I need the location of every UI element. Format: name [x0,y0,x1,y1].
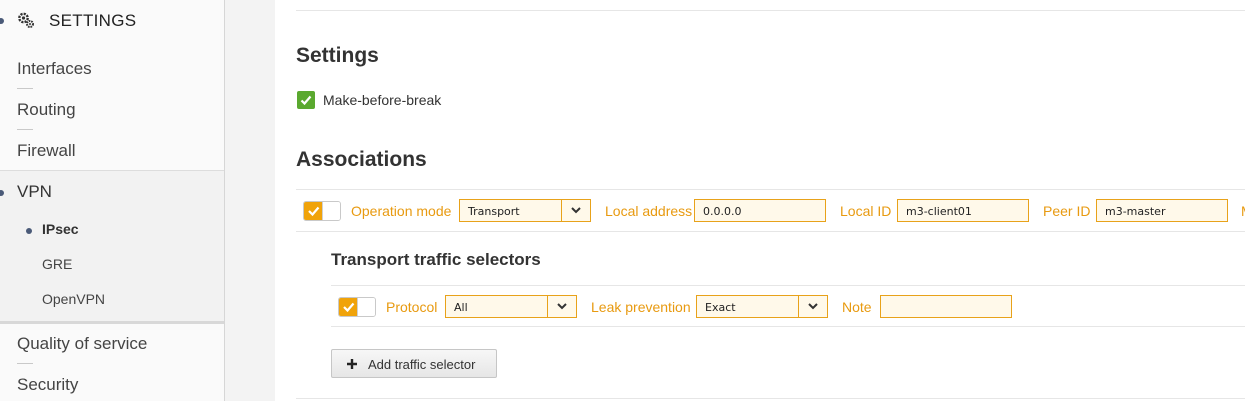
sidebar-subitem-ipsec[interactable]: IPsec [42,221,79,237]
local-id-input[interactable]: m3-client01 [897,199,1029,222]
operation-mode-select[interactable]: Transport [459,199,591,222]
check-icon [343,302,355,313]
traffic-selector-enable-toggle[interactable] [338,297,376,317]
divider [296,231,1245,232]
plus-icon [347,359,357,369]
add-traffic-selector-label: Add traffic selector [368,357,476,372]
divider [331,326,1245,327]
sidebar-section-title: SETTINGS [49,11,137,30]
sidebar-item-firewall[interactable]: Firewall [17,141,76,161]
protocol-select[interactable]: All [445,295,577,318]
main-content: Settings Make-before-break Associations … [275,0,1245,401]
divider [296,189,1245,190]
chevron-down-icon [798,296,827,317]
sidebar-item-interfaces[interactable]: Interfaces [17,59,92,79]
sidebar-item-vpn[interactable]: VPN [17,182,52,202]
associations-heading: Associations [296,148,427,171]
traffic-selectors-heading: Transport traffic selectors [331,250,541,269]
check-icon [308,206,320,217]
leak-prevention-value: Exact [705,301,736,314]
add-traffic-selector-button[interactable]: Add traffic selector [331,349,497,378]
toggle-on-segment [339,298,359,316]
active-bullet-icon [26,228,32,234]
make-before-break-label: Make-before-break [323,92,442,108]
peer-id-label: Peer ID [1043,203,1091,219]
active-bullet-icon [0,190,4,196]
sidebar-subitem-gre[interactable]: GRE [42,256,72,272]
divider [296,10,1245,11]
gears-icon [18,12,34,28]
sidebar-item-security[interactable]: Security [17,375,78,395]
chevron-down-icon [547,296,576,317]
operation-mode-value: Transport [468,205,520,218]
local-address-input[interactable]: 0.0.0.0 [694,199,826,222]
chevron-down-icon [561,200,590,221]
settings-heading: Settings [296,44,379,67]
toggle-knob [322,202,340,220]
divider [17,88,33,89]
local-address-label: Local address [605,203,693,219]
peer-id-value: m3-master [1105,205,1166,218]
active-bullet-icon [0,18,4,24]
make-before-break-checkbox[interactable] [297,91,315,109]
sidebar: SETTINGS Interfaces Routing Firewall VPN… [0,0,225,401]
peer-id-input[interactable]: m3-master [1096,199,1228,222]
divider [331,285,1245,286]
sidebar-item-quality-of-service[interactable]: Quality of service [17,334,147,354]
sidebar-section-settings[interactable]: SETTINGS [0,0,224,44]
toggle-knob [357,298,375,316]
note-label: Note [842,299,872,315]
divider [17,129,33,130]
toggle-on-segment [304,202,324,220]
note-input[interactable] [880,295,1012,318]
sidebar-group-vpn: VPN IPsec GRE OpenVPN [0,170,224,324]
local-id-value: m3-client01 [906,205,972,218]
operation-mode-label: Operation mode [351,203,452,219]
local-address-value: 0.0.0.0 [703,205,742,218]
check-icon [300,95,312,106]
leak-prevention-label: Leak prevention [591,299,691,315]
truncated-label: M [1241,203,1245,219]
sidebar-subitem-openvpn[interactable]: OpenVPN [42,291,105,307]
divider [17,363,33,364]
sidebar-item-routing[interactable]: Routing [17,100,76,120]
association-enable-toggle[interactable] [303,201,341,221]
content-gutter [225,0,275,401]
leak-prevention-select[interactable]: Exact [696,295,828,318]
protocol-value: All [454,301,468,314]
protocol-label: Protocol [386,299,438,315]
divider [296,398,1245,399]
local-id-label: Local ID [840,203,892,219]
